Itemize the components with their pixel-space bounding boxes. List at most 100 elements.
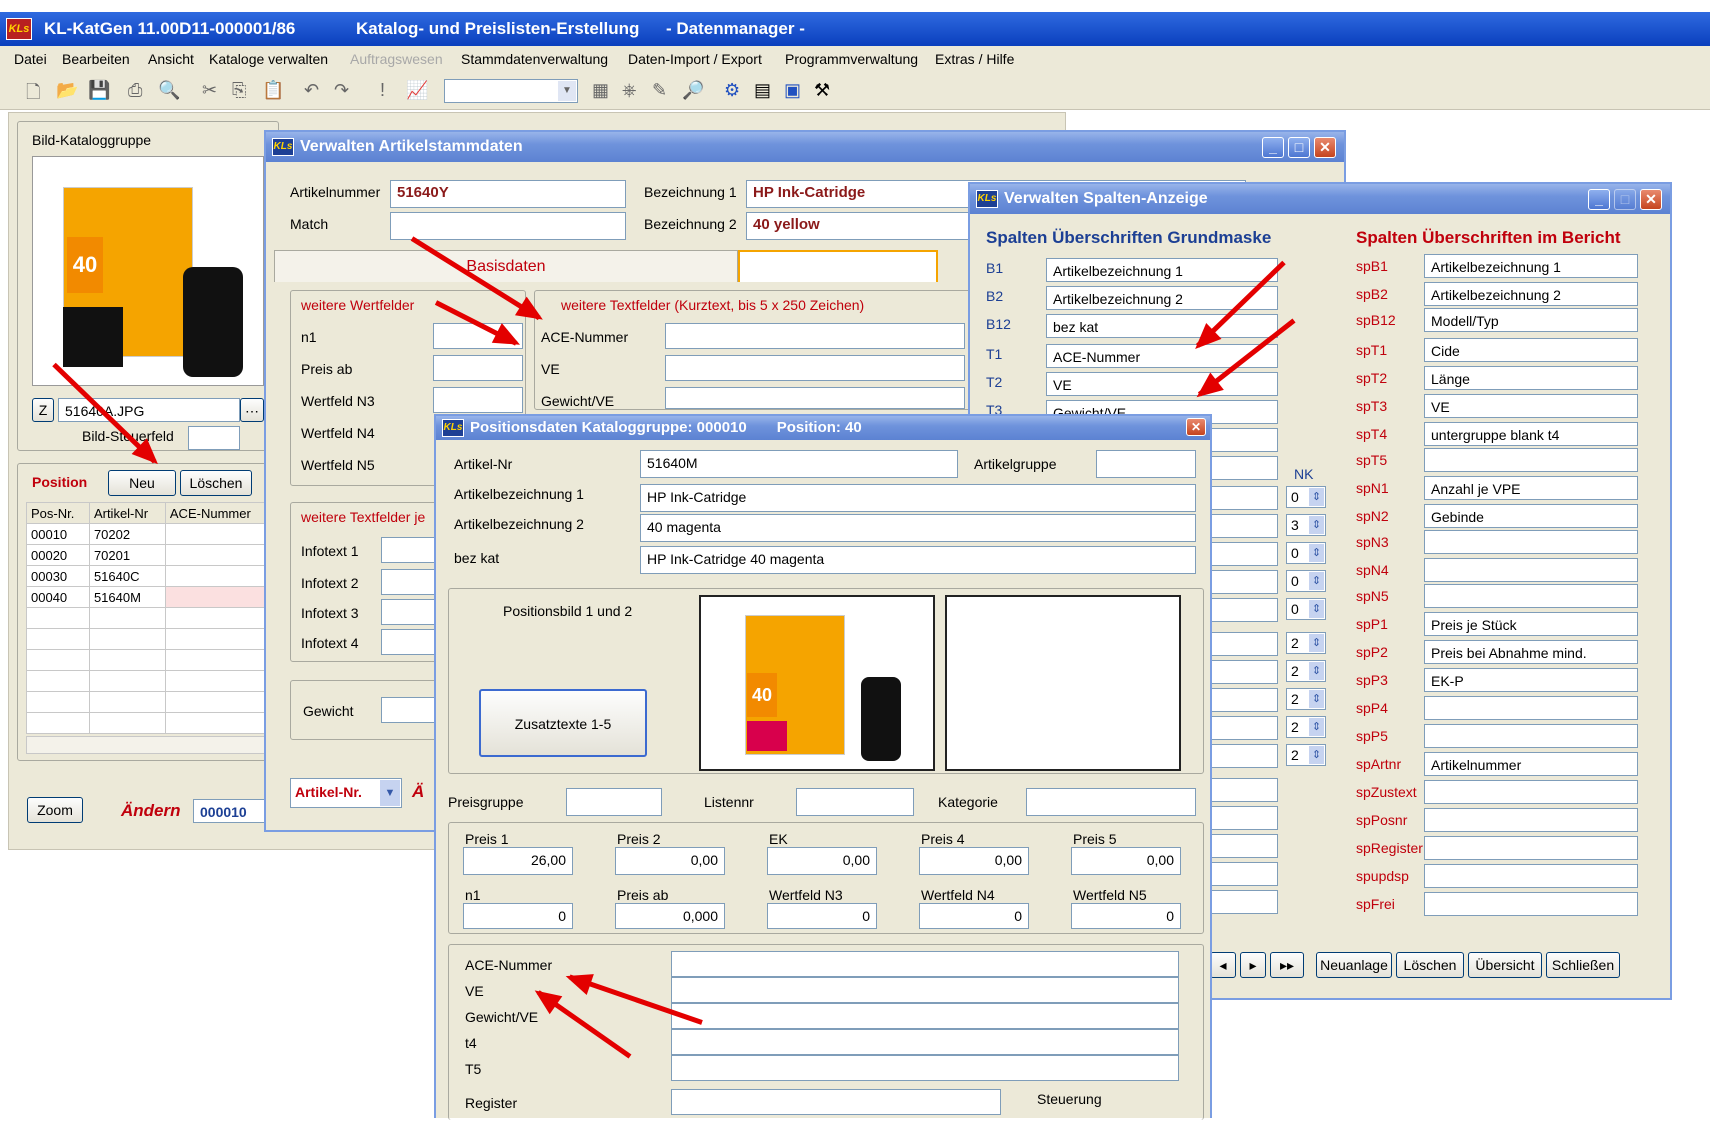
report-row-input[interactable]: Artikelnummer	[1424, 752, 1638, 776]
close-icon[interactable]: ✕	[1186, 418, 1206, 436]
wert-input[interactable]: 0,000	[615, 903, 725, 929]
textfeld-input[interactable]	[665, 323, 965, 349]
table-row[interactable]	[26, 712, 275, 734]
left-row-input[interactable]: VE	[1046, 372, 1278, 396]
neuanlage-button[interactable]: Neuanlage	[1316, 952, 1392, 978]
tools-icon[interactable]: ⚒	[814, 80, 830, 101]
match-input[interactable]	[390, 212, 626, 240]
wertfeld-input[interactable]	[433, 387, 523, 413]
undo-icon[interactable]: ↶	[304, 80, 319, 101]
report-row-input[interactable]	[1424, 892, 1638, 916]
bild-steuerfeld-input[interactable]	[188, 426, 240, 450]
cell[interactable]	[164, 544, 275, 566]
report-row-input[interactable]: Cide	[1424, 338, 1638, 362]
minimize-icon[interactable]: _	[1262, 137, 1284, 158]
nk-spinner[interactable]: 2	[1286, 660, 1326, 682]
nk-spinner[interactable]: 0	[1286, 542, 1326, 564]
report-row-input[interactable]: Artikelbezeichnung 1	[1424, 254, 1638, 278]
cell[interactable]: 70201	[88, 544, 166, 566]
bez2-input[interactable]: 40 magenta	[640, 514, 1196, 542]
close-icon[interactable]: ✕	[1314, 137, 1336, 158]
register-input[interactable]	[671, 1089, 1001, 1115]
stamp-icon[interactable]: ⎈	[622, 80, 636, 101]
report-row-input[interactable]	[1424, 864, 1638, 888]
table-row-selected[interactable]: 00040 51640M	[26, 586, 275, 608]
zusatztexte-button[interactable]: Zusatztexte 1-5	[479, 689, 647, 757]
cell[interactable]	[164, 586, 275, 608]
bezkat-input[interactable]: HP Ink-Catridge 40 magenta	[640, 546, 1196, 574]
horizontal-scrollbar[interactable]	[26, 736, 274, 754]
textfeld-input[interactable]	[665, 355, 965, 381]
window-icon[interactable]: ▣	[784, 80, 801, 101]
menu-ansicht[interactable]: Ansicht	[148, 46, 194, 72]
table-row[interactable]	[26, 649, 275, 671]
loeschen-button[interactable]: Löschen	[180, 470, 252, 496]
artikelgruppe-input[interactable]	[1096, 450, 1196, 478]
report-row-input[interactable]	[1424, 836, 1638, 860]
schliessen-button[interactable]: Schließen	[1546, 952, 1620, 978]
nk-spinner[interactable]: 2	[1286, 716, 1326, 738]
maximize-icon[interactable]: □	[1288, 137, 1310, 158]
nk-spinner[interactable]: 2	[1286, 632, 1326, 654]
col-header[interactable]: ACE-Nummer	[164, 502, 275, 524]
next-icon[interactable]: ▸	[1240, 952, 1266, 978]
table-row[interactable]	[26, 628, 275, 650]
cell[interactable]: 51640M	[88, 586, 166, 608]
report-row-input[interactable]	[1424, 584, 1638, 608]
cell[interactable]: 00040	[26, 586, 90, 608]
nk-spinner[interactable]: 0	[1286, 486, 1326, 508]
table-row[interactable]: 00020 70201	[26, 544, 275, 566]
report-row-input[interactable]: Preis bei Abnahme mind.	[1424, 640, 1638, 664]
zoom-button[interactable]: Zoom	[27, 797, 83, 823]
report-row-input[interactable]	[1424, 696, 1638, 720]
tab-basisdaten[interactable]: Basisdaten	[274, 250, 738, 282]
nk-spinner[interactable]: 0	[1286, 570, 1326, 592]
text-input[interactable]	[671, 977, 1179, 1003]
preis-input[interactable]: 0,00	[615, 847, 725, 875]
network-icon[interactable]: ⚙	[724, 80, 740, 101]
menu-bearbeiten[interactable]: Bearbeiten	[62, 46, 130, 72]
table-row[interactable]: 00010 70202	[26, 523, 275, 545]
toolbar-combo[interactable]: ▼	[444, 79, 578, 103]
preis-input[interactable]: 0,00	[767, 847, 877, 875]
report-row-input[interactable]: Modell/Typ	[1424, 308, 1638, 332]
chevron-down-icon[interactable]: ▼	[558, 81, 576, 101]
artikel-nr-input[interactable]: 51640M	[640, 450, 958, 478]
prev-icon[interactable]: ◂	[1210, 952, 1236, 978]
report-row-input[interactable]	[1424, 530, 1638, 554]
report-row-input[interactable]	[1424, 558, 1638, 582]
menu-extras[interactable]: Extras / Hilfe	[935, 46, 1014, 72]
chart-icon[interactable]: 📈	[406, 80, 428, 101]
text-input[interactable]	[671, 1029, 1179, 1055]
menu-programmverwaltung[interactable]: Programmverwaltung	[785, 46, 918, 72]
calc-icon[interactable]: ▦	[592, 80, 609, 101]
loeschen-button[interactable]: Löschen	[1396, 952, 1464, 978]
cell[interactable]: 00030	[26, 565, 90, 587]
left-row-input[interactable]: Artikelbezeichnung 1	[1046, 258, 1278, 282]
report-row-input[interactable]: VE	[1424, 394, 1638, 418]
neu-button[interactable]: Neu	[108, 470, 176, 496]
listennr-input[interactable]	[796, 788, 914, 816]
nk-spinner[interactable]: 2	[1286, 688, 1326, 710]
chevron-down-icon[interactable]: ▼	[380, 780, 400, 806]
left-row-input[interactable]: bez kat	[1046, 314, 1278, 338]
menu-stammdaten[interactable]: Stammdatenverwaltung	[461, 46, 608, 72]
preis-input[interactable]: 26,00	[463, 847, 573, 875]
cell[interactable]	[164, 523, 275, 545]
nk-spinner[interactable]: 0	[1286, 598, 1326, 620]
preview-icon[interactable]: 🔍	[158, 80, 180, 101]
copy-icon[interactable]: ⎘	[232, 80, 246, 101]
sort-select[interactable]: Artikel-Nr. ▼	[290, 778, 402, 808]
artikelnummer-input[interactable]: 51640Y	[390, 180, 626, 208]
browse-icon[interactable]: ⋯	[240, 398, 264, 422]
open-icon[interactable]: 📂	[56, 80, 78, 101]
report-row-input[interactable]	[1424, 808, 1638, 832]
new-icon[interactable]: 🗋	[26, 80, 40, 110]
preis-input[interactable]: 0,00	[1071, 847, 1181, 875]
menu-import-export[interactable]: Daten-Import / Export	[628, 46, 762, 72]
wert-input[interactable]: 0	[919, 903, 1029, 929]
wertfeld-input[interactable]	[433, 355, 523, 381]
bez1-input[interactable]: HP Ink-Catridge	[640, 484, 1196, 512]
textfeld-input[interactable]	[665, 387, 965, 409]
report-row-input[interactable]: Preis je Stück	[1424, 612, 1638, 636]
